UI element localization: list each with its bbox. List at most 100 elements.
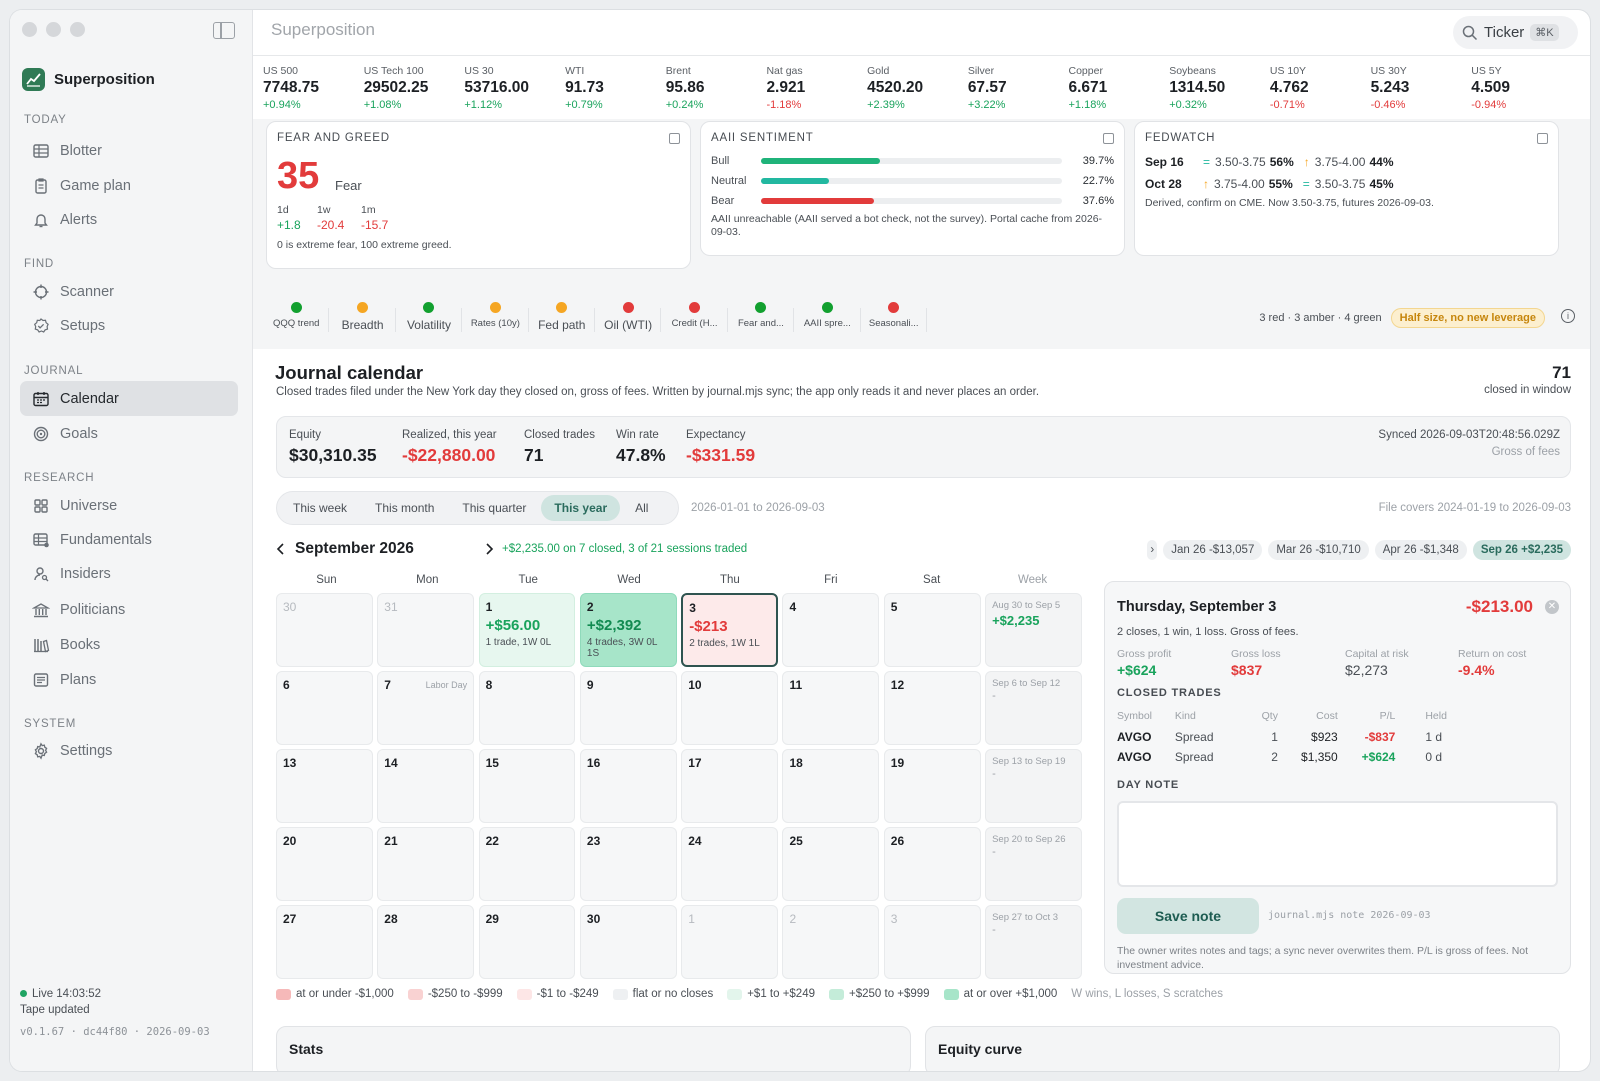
expand-icon[interactable]	[1103, 133, 1114, 144]
ticker-item[interactable]: US 30 53716.00 +1.12%	[464, 57, 565, 119]
calendar-day[interactable]: 20	[276, 827, 373, 901]
range-this-week[interactable]: This week	[280, 495, 360, 521]
close-icon[interactable]: ✕	[1545, 600, 1559, 614]
ticker-item[interactable]: US 5Y 4.509 -0.94%	[1471, 57, 1572, 119]
calendar-day[interactable]: 30	[579, 905, 677, 979]
sidebar-item-universe[interactable]: Universe	[20, 488, 238, 523]
expand-icon[interactable]	[669, 133, 680, 144]
calendar-day[interactable]: 1 +$56.00 1 trade, 1W 0L	[478, 593, 576, 667]
month-pill[interactable]: Jan 26 -$13,057	[1163, 540, 1263, 560]
sidebar-item-game-plan[interactable]: Game plan	[20, 168, 238, 203]
ticker-item[interactable]: US Tech 100 29502.25 +1.08%	[364, 57, 465, 119]
signal-item[interactable]: Fear and...	[728, 302, 795, 332]
sidebar-item-alerts[interactable]: Alerts	[20, 202, 238, 237]
calendar-day[interactable]: 2 +$2,392 4 trades, 3W 0L 1S	[579, 593, 677, 667]
calendar-day[interactable]: 24	[681, 827, 778, 901]
sidebar-item-settings[interactable]: Settings	[20, 733, 238, 768]
close-window-button[interactable]	[22, 22, 37, 37]
signal-item[interactable]: Breadth	[329, 302, 397, 332]
calendar-day[interactable]: 8	[478, 671, 576, 745]
calendar-day[interactable]: 27	[276, 905, 373, 979]
calendar-day[interactable]: 26	[883, 827, 981, 901]
signal-item[interactable]: QQQ trend	[263, 302, 330, 332]
range-all[interactable]: All	[622, 495, 661, 521]
calendar-day[interactable]: 19	[883, 749, 981, 823]
ticker-search[interactable]: Ticker ⌘K	[1453, 16, 1578, 49]
ticker-item[interactable]: WTI 91.73 +0.79%	[565, 57, 666, 119]
sidebar-item-calendar[interactable]: Calendar	[20, 381, 238, 416]
ticker-item[interactable]: US 500 7748.75 +0.94%	[263, 57, 364, 119]
calendar-day[interactable]: 3 -$213 2 trades, 1W 1L	[681, 593, 778, 667]
sidebar-item-goals[interactable]: Goals	[20, 416, 238, 451]
calendar-day[interactable]: 17	[681, 749, 778, 823]
signal-item[interactable]: Volatility	[396, 302, 463, 332]
sidebar-item-plans[interactable]: Plans	[20, 662, 238, 697]
ticker-item[interactable]: US 10Y 4.762 -0.71%	[1270, 57, 1371, 119]
save-note-button[interactable]: Save note	[1117, 898, 1259, 934]
sidebar-item-blotter[interactable]: Blotter	[20, 133, 238, 168]
calendar-day[interactable]: 5	[883, 593, 981, 667]
brand[interactable]: Superposition	[22, 68, 155, 91]
expand-icon[interactable]	[1537, 133, 1548, 144]
signal-item[interactable]: Fed path	[529, 302, 596, 332]
day-note-input[interactable]	[1117, 801, 1558, 887]
table-row[interactable]: AVGO Spread 1 $923 -$837 1 d	[1117, 727, 1447, 747]
calendar-day[interactable]: 16	[579, 749, 677, 823]
calendar-day[interactable]: 2	[782, 905, 880, 979]
calendar-day[interactable]: 4	[782, 593, 880, 667]
pill-overflow[interactable]: ›	[1147, 540, 1158, 560]
signal-item[interactable]: AAII spre...	[794, 302, 861, 332]
ticker-item[interactable]: Soybeans 1314.50 +0.32%	[1169, 57, 1270, 119]
sidebar-item-books[interactable]: Books	[20, 627, 238, 662]
sidebar-item-fundamentals[interactable]: Fundamentals	[20, 522, 238, 557]
calendar-day[interactable]: 11	[782, 671, 880, 745]
calendar-day[interactable]: 30	[276, 593, 373, 667]
prev-month-icon[interactable]	[276, 542, 286, 556]
calendar-day[interactable]: 14	[377, 749, 475, 823]
ticker-item[interactable]: US 30Y 5.243 -0.46%	[1371, 57, 1472, 119]
month-pill[interactable]: Apr 26 -$1,348	[1374, 540, 1467, 560]
calendar-day[interactable]: 15	[478, 749, 576, 823]
sidebar-item-politicians[interactable]: Politicians	[20, 592, 238, 627]
calendar-day[interactable]: 31	[377, 593, 475, 667]
calendar-day[interactable]: 18	[782, 749, 880, 823]
calendar-day[interactable]: 6	[276, 671, 373, 745]
sidebar-item-setups[interactable]: Setups	[20, 308, 238, 343]
calendar-day[interactable]: 28	[377, 905, 475, 979]
signal-item[interactable]: Credit (H...	[661, 302, 729, 332]
range-this-year[interactable]: This year	[541, 495, 621, 521]
info-icon[interactable]: i	[1561, 309, 1575, 323]
month-pill[interactable]: Mar 26 -$10,710	[1268, 540, 1369, 560]
calendar-day[interactable]: 3	[883, 905, 981, 979]
month-pill[interactable]: Sep 26 +$2,235	[1472, 540, 1571, 560]
ticker-item[interactable]: Gold 4520.20 +2.39%	[867, 57, 968, 119]
signal-item[interactable]: Seasonali...	[861, 302, 928, 332]
sidebar-toggle-icon[interactable]	[213, 22, 235, 39]
calendar-day[interactable]: 21	[377, 827, 475, 901]
calendar-day[interactable]: 13	[276, 749, 373, 823]
minimize-window-button[interactable]	[46, 22, 61, 37]
fedwatch-row: Sep 16 = 3.50-3.75 56% ↑ 3.75-4.00 44%	[1145, 155, 1394, 169]
calendar-day[interactable]: 25	[782, 827, 880, 901]
signal-item[interactable]: Oil (WTI)	[595, 302, 662, 332]
ticker-item[interactable]: Nat gas 2.921 -1.18%	[766, 57, 867, 119]
calendar-day[interactable]: 22	[478, 827, 576, 901]
sidebar-item-scanner[interactable]: Scanner	[20, 274, 238, 309]
calendar-day[interactable]: 23	[579, 827, 677, 901]
calendar-day[interactable]: 29	[478, 905, 576, 979]
next-month-icon[interactable]	[484, 542, 494, 556]
range-this-quarter[interactable]: This quarter	[449, 495, 539, 521]
calendar-day[interactable]: 7 Labor Day	[377, 671, 475, 745]
range-this-month[interactable]: This month	[362, 495, 447, 521]
calendar-day[interactable]: 12	[883, 671, 981, 745]
table-row[interactable]: AVGO Spread 2 $1,350 +$624 0 d	[1117, 747, 1447, 767]
sidebar-item-insiders[interactable]: Insiders	[20, 556, 238, 591]
signal-item[interactable]: Rates (10y)	[462, 302, 529, 332]
ticker-item[interactable]: Silver 67.57 +3.22%	[968, 57, 1069, 119]
calendar-day[interactable]: 9	[579, 671, 677, 745]
calendar-day[interactable]: 10	[681, 671, 778, 745]
calendar-day[interactable]: 1	[681, 905, 778, 979]
zoom-window-button[interactable]	[70, 22, 85, 37]
ticker-item[interactable]: Copper 6.671 +1.18%	[1069, 57, 1170, 119]
ticker-item[interactable]: Brent 95.86 +0.24%	[666, 57, 767, 119]
